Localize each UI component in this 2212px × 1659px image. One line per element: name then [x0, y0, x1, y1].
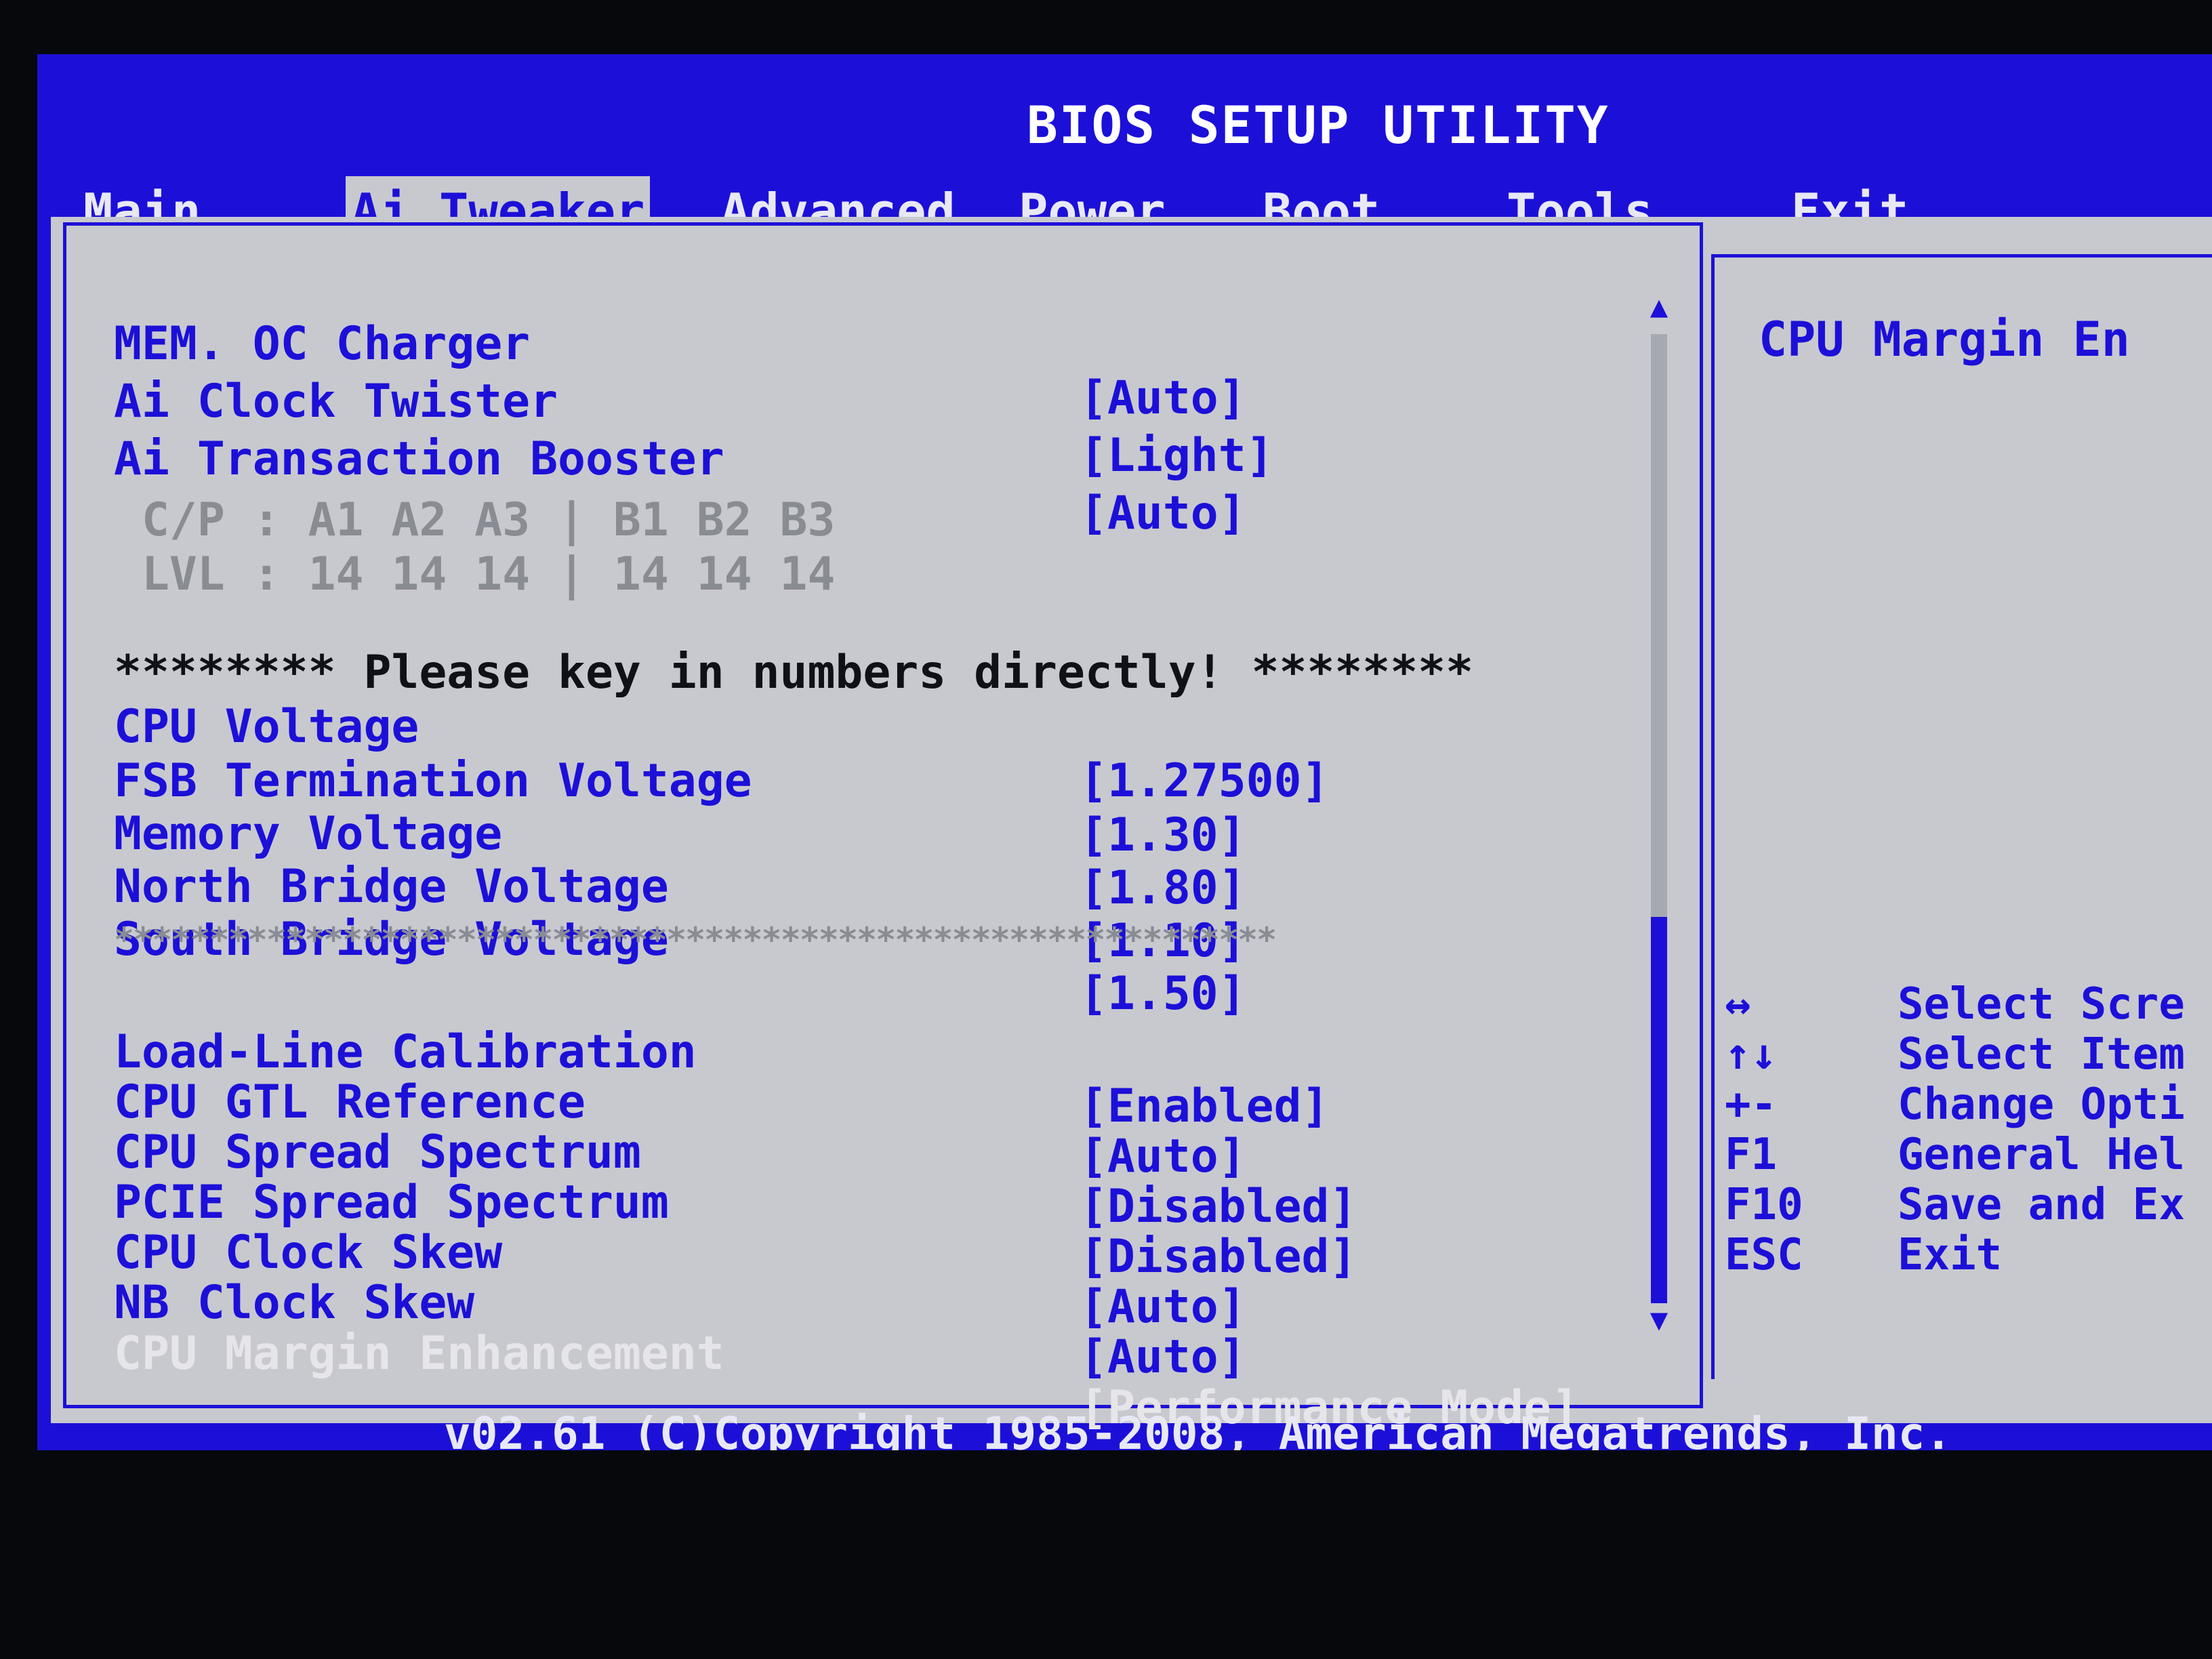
setting-row-ai-transaction-booster[interactable]: Ai Transaction Booster [Auto] [114, 378, 1246, 540]
setting-row-south-bridge-voltage[interactable]: South Bridge Voltage [1.50] [114, 859, 1246, 1021]
setting-row-pcie-spread-spectrum[interactable]: PCIE Spread Spectrum [Disabled] [114, 1122, 1357, 1284]
key-label: F1 [1725, 1130, 1778, 1180]
setting-row-cpu-gtl-reference[interactable]: CPU GTL Reference [Auto] [114, 1021, 1246, 1183]
setting-value[interactable]: [Disabled] [1080, 1180, 1357, 1234]
key-legend-row: +- Change Opti [1725, 1080, 2212, 1130]
bios-screen: BIOS SETUP UTILITY Main Ai Tweaker Advan… [37, 54, 2212, 1450]
key-description: Select Scre [1898, 979, 2185, 1029]
separator-line: ****************************************… [114, 920, 1277, 960]
key-legend-row: F10 Save and Ex [1725, 1180, 2212, 1230]
setting-row-fsb-termination-voltage[interactable]: FSB Termination Voltage [1.30] [114, 700, 1246, 862]
setting-row-cpu-clock-skew[interactable]: CPU Clock Skew [Auto] [114, 1172, 1246, 1334]
setting-value[interactable]: [1.80] [1080, 861, 1246, 916]
setting-value[interactable]: [Light] [1080, 429, 1274, 483]
key-legend-row: F1 General Hel [1725, 1130, 2212, 1180]
setting-value[interactable]: [1.50] [1080, 967, 1246, 1021]
plus-minus-icon: +- [1725, 1080, 1778, 1130]
notice-row: ******** Please key in numbers directly!… [114, 592, 1473, 699]
setting-row-cpu-margin-enhancement[interactable]: CPU Margin Enhancement [Performance Mode… [114, 1273, 1579, 1435]
setting-label-selected: CPU Margin Enhancement [114, 1327, 724, 1380]
settings-pane: MEM. OC Charger [Auto] Ai Clock Twister … [63, 222, 1703, 1435]
key-label: ESC [1725, 1230, 1803, 1280]
key-description: Change Opti [1898, 1080, 2185, 1130]
key-legend-row: ↔ Select Scre [1725, 979, 2212, 1029]
help-pane: CPU Margin En ↔ Select Scre ↑↓ Select It… [1711, 254, 2212, 1379]
setting-value[interactable]: [Disabled] [1080, 1230, 1357, 1284]
setting-row-memory-voltage[interactable]: Memory Voltage [1.80] [114, 753, 1246, 915]
setting-row-cpu-spread-spectrum[interactable]: CPU Spread Spectrum [Disabled] [114, 1071, 1357, 1233]
scroll-thumb[interactable] [1651, 917, 1667, 1303]
scroll-down-arrow-icon[interactable]: ▼ [1645, 1305, 1673, 1335]
key-description: General Hel [1898, 1130, 2185, 1180]
help-description: CPU Margin En [1759, 312, 2130, 367]
setting-row-load-line-calibration[interactable]: Load-Line Calibration [Enabled] [114, 971, 1329, 1133]
scroll-track[interactable] [1651, 334, 1667, 1303]
setting-value[interactable]: [1.30] [1080, 808, 1246, 863]
cp-info-row: C/P : A1 A2 A3 | B1 B2 B3 [114, 439, 836, 547]
key-description: Exit [1898, 1230, 2003, 1280]
key-legend-row: ESC Exit [1725, 1230, 2212, 1280]
setting-row-ai-clock-twister[interactable]: Ai Clock Twister [Light] [114, 321, 1274, 483]
key-description: Select Item [1898, 1029, 2185, 1080]
setting-value[interactable]: [Auto] [1080, 1330, 1246, 1385]
key-description: Save and Ex [1898, 1180, 2185, 1230]
left-right-arrow-icon: ↔ [1725, 979, 1751, 1029]
key-legend-row: ↑↓ Select Item [1725, 1029, 2212, 1080]
up-down-arrow-icon: ↑↓ [1725, 1029, 1778, 1080]
content-panel: MEM. OC Charger [Auto] Ai Clock Twister … [51, 217, 2212, 1435]
lvl-info-row: LVL : 14 14 14 | 14 14 14 [114, 493, 836, 601]
key-label: F10 [1725, 1180, 1803, 1230]
setting-row-north-bridge-voltage[interactable]: North Bridge Voltage [1.10] [114, 806, 1246, 968]
copyright-text: v02.61 (C)Copyright 1985-2008, American … [444, 1408, 1952, 1450]
setting-row-mem-oc-charger[interactable]: MEM. OC Charger [Auto] [114, 263, 1246, 425]
setting-value[interactable]: [Enabled] [1080, 1080, 1329, 1134]
scrollbar[interactable]: ▲ ▼ [1645, 292, 1673, 1335]
setting-value[interactable]: [Auto] [1080, 1280, 1246, 1334]
setting-row-cpu-voltage[interactable]: CPU Voltage [1.27500] [114, 646, 1329, 808]
scroll-up-arrow-icon[interactable]: ▲ [1645, 292, 1673, 322]
setting-row-nb-clock-skew[interactable]: NB Clock Skew [Auto] [114, 1222, 1246, 1384]
setting-value[interactable]: [1.27500] [1080, 754, 1329, 808]
setting-value[interactable]: [Auto] [1080, 487, 1246, 541]
footer-bar: v02.61 (C)Copyright 1985-2008, American … [37, 1408, 2212, 1450]
setting-value[interactable]: [Auto] [1080, 1130, 1246, 1184]
setting-value[interactable]: [Auto] [1080, 371, 1246, 426]
title-bar: BIOS SETUP UTILITY [37, 54, 2212, 155]
